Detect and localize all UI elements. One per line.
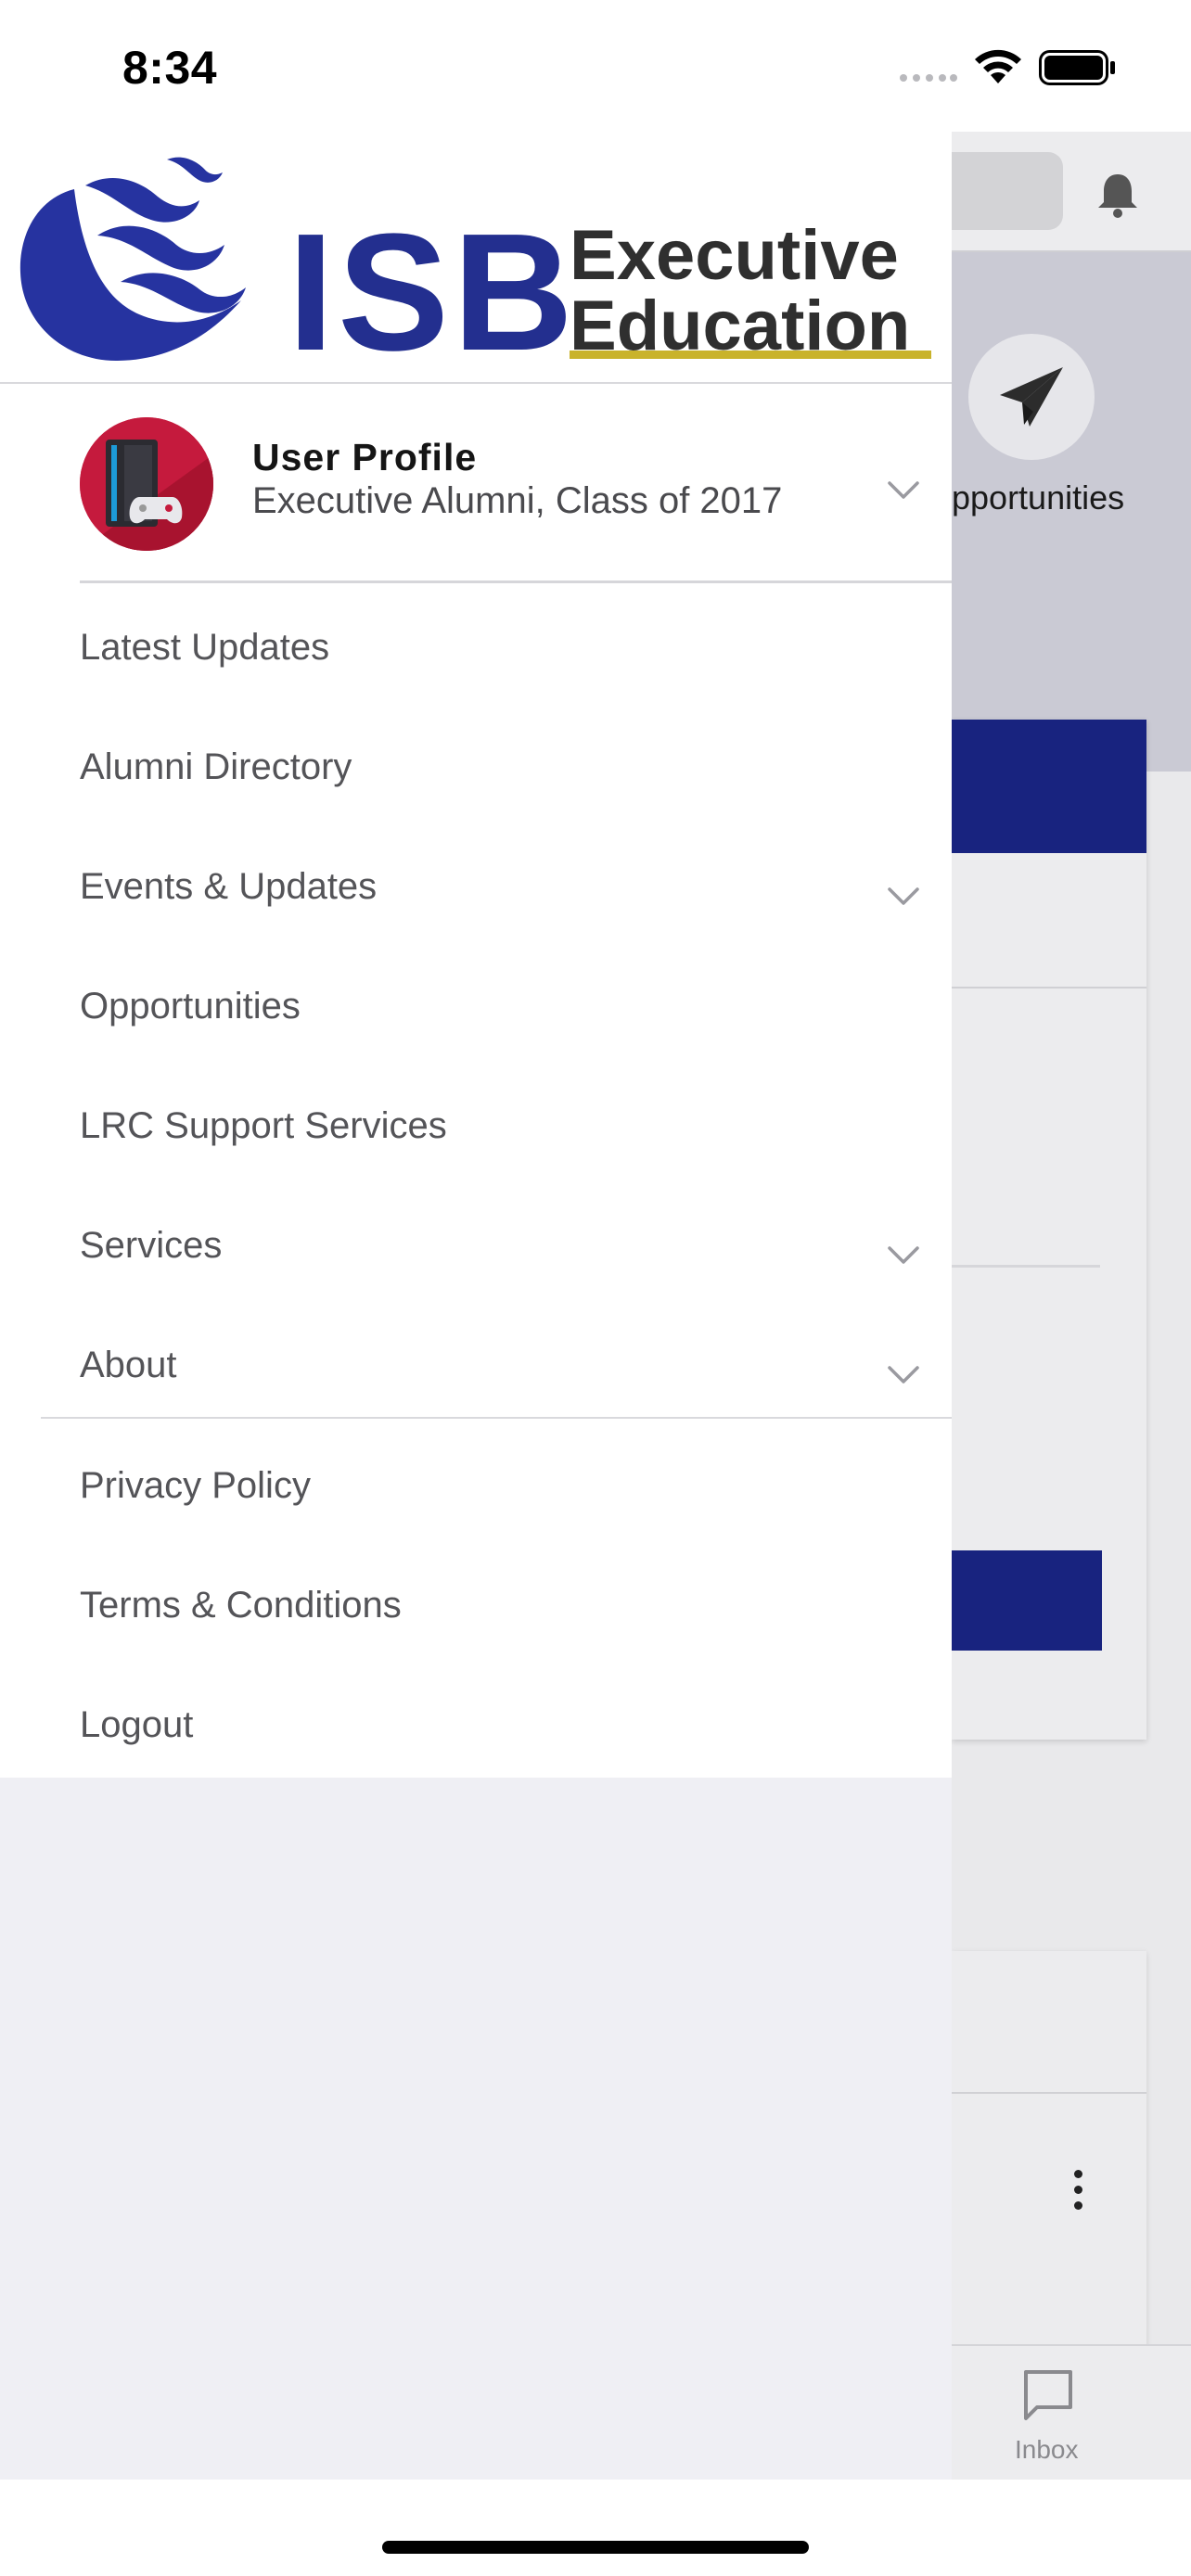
profile-subtitle: Executive Alumni, Class of 2017 — [252, 480, 783, 521]
menu-item-label: LRC Support Services — [80, 1105, 447, 1146]
menu-item-lrc-support-services[interactable]: LRC Support Services — [0, 1072, 952, 1192]
menu-item-label: Logout — [80, 1704, 194, 1745]
background-tab-bar: Inbox — [952, 2344, 1191, 2480]
menu-item-label: Latest Updates — [80, 627, 330, 668]
background-input-line — [952, 1265, 1100, 1268]
navigation-drawer: ISB Executive Education User Profile Exe… — [0, 132, 952, 1778]
menu-item-label: Terms & Conditions — [80, 1585, 402, 1626]
battery-icon — [1039, 50, 1115, 85]
menu-item-label: Events & Updates — [80, 866, 378, 907]
menu-item-services[interactable]: Services — [0, 1192, 952, 1311]
bell-icon — [1098, 174, 1137, 218]
menu-item-label: Alumni Directory — [80, 746, 352, 787]
background-header — [952, 132, 1191, 252]
background-divider — [952, 2092, 1146, 2094]
menu-item-label: About — [80, 1345, 177, 1385]
logo-line-executive: Executive — [570, 216, 899, 295]
background-search-bar — [952, 152, 1063, 230]
background-divider — [952, 987, 1146, 988]
drawer-empty-area — [0, 1778, 952, 2480]
profile-name: User Profile — [252, 436, 478, 478]
chevron-down-icon[interactable] — [887, 886, 920, 907]
menu-item-label: Services — [80, 1225, 223, 1266]
menu-item-privacy-policy[interactable]: Privacy Policy — [0, 1432, 952, 1551]
menu-item-logout[interactable]: Logout — [0, 1671, 952, 1791]
profile-divider — [80, 580, 952, 583]
home-indicator-area — [0, 2480, 1191, 2576]
menu-item-about[interactable]: About — [0, 1311, 952, 1431]
chevron-down-icon[interactable] — [887, 1245, 920, 1266]
background-card-header — [952, 720, 1146, 853]
wifi-icon — [975, 49, 1021, 83]
chevron-down-icon[interactable] — [887, 1365, 920, 1385]
isb-waves-logo-icon — [19, 157, 246, 361]
menu-item-label: Privacy Policy — [80, 1465, 311, 1506]
status-bar: 8:34 — [0, 0, 1191, 132]
menu-item-terms-conditions[interactable]: Terms & Conditions — [0, 1551, 952, 1671]
tab-inbox-label: Inbox — [1015, 2435, 1079, 2464]
menu-item-label: Opportunities — [80, 986, 301, 1027]
avatar — [80, 417, 213, 551]
paper-plane-icon — [1000, 367, 1063, 427]
logo-underline — [570, 351, 931, 359]
signal-dots-icon — [900, 74, 957, 83]
background-screen: pportunities Inbox — [952, 132, 1191, 2480]
logo-brand-text: ISB — [288, 199, 578, 386]
menu-item-latest-updates[interactable]: Latest Updates — [0, 593, 952, 713]
menu-item-events-updates[interactable]: Events & Updates — [0, 833, 952, 952]
chevron-down-icon[interactable] — [887, 480, 920, 501]
more-vertical-icon — [1072, 2170, 1083, 2211]
menu-section-divider — [41, 1417, 952, 1419]
menu-item-alumni-directory[interactable]: Alumni Directory — [0, 713, 952, 833]
background-button — [952, 1550, 1102, 1651]
status-time: 8:34 — [122, 42, 218, 94]
chat-bubble-icon — [1024, 2370, 1072, 2420]
home-indicator[interactable] — [382, 2541, 809, 2554]
game-console-avatar-icon — [80, 417, 213, 551]
menu-item-opportunities[interactable]: Opportunities — [0, 952, 952, 1072]
user-profile-row[interactable]: User Profile Executive Alumni, Class of … — [0, 384, 952, 582]
